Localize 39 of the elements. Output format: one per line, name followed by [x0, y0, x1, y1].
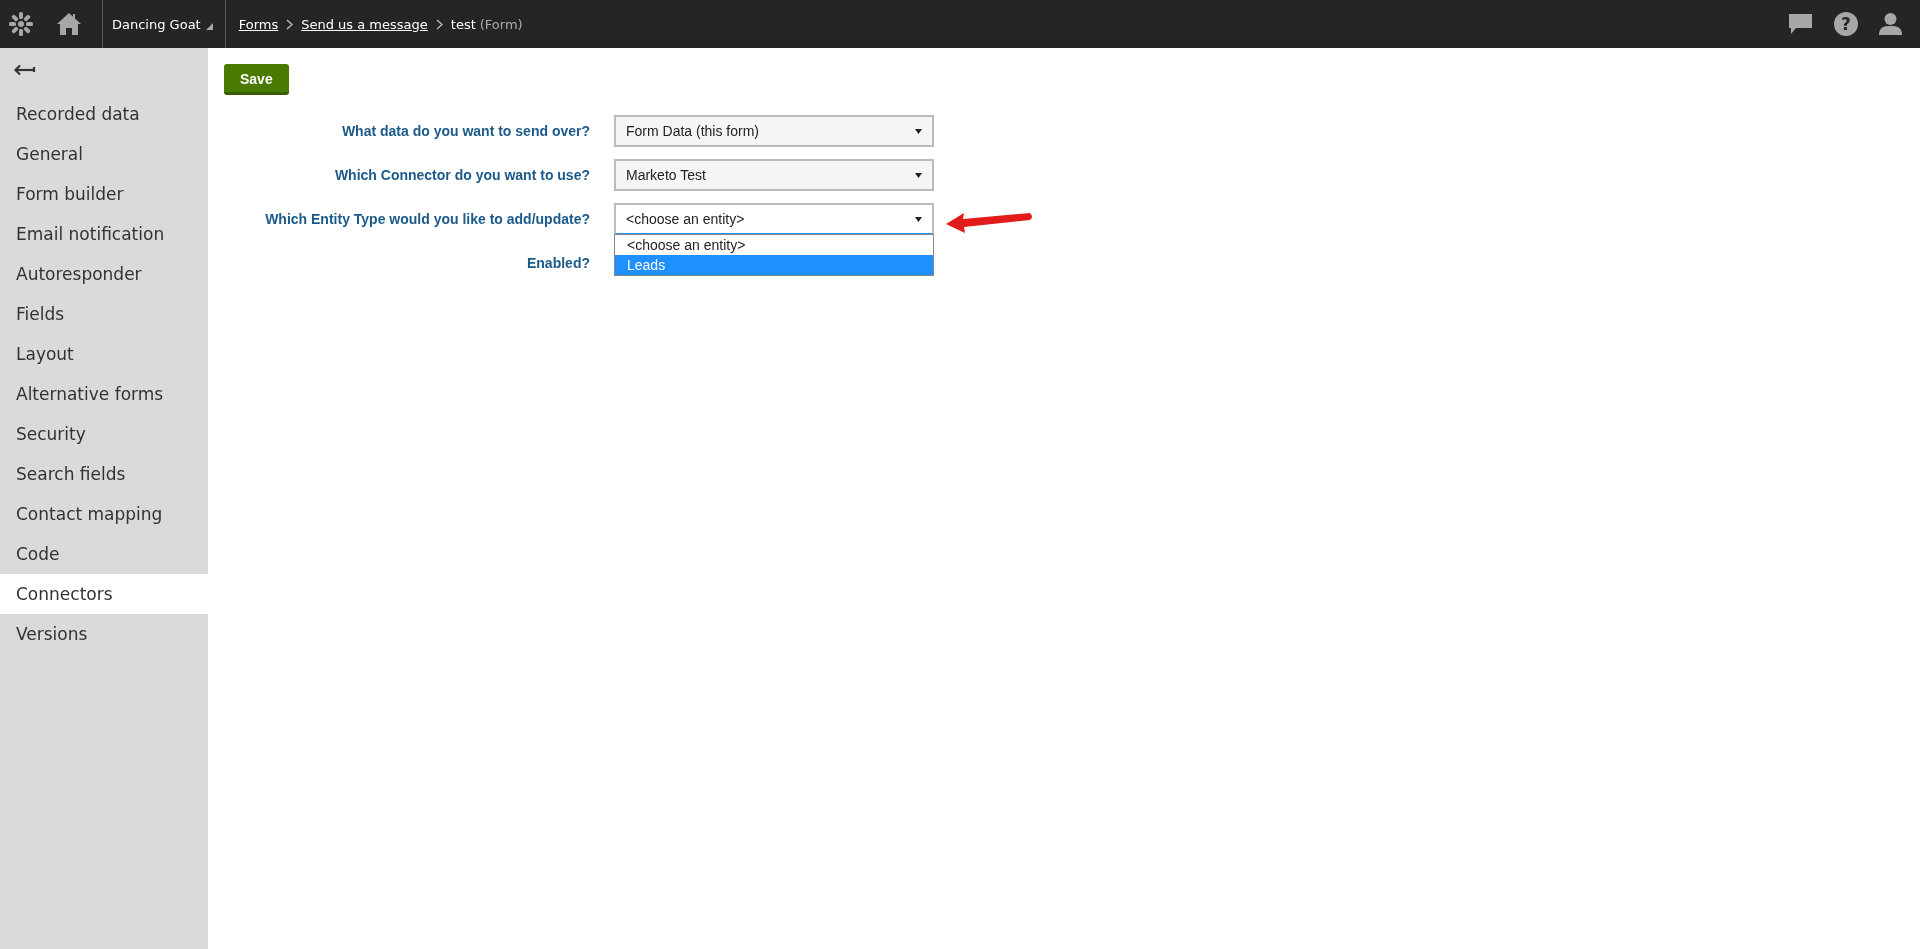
chevron-right-icon — [435, 18, 443, 30]
chat-icon[interactable] — [1788, 13, 1813, 35]
sidebar-item[interactable]: Connectors — [0, 574, 208, 614]
sidebar-item[interactable]: Search fields — [0, 454, 208, 494]
sidebar-item[interactable]: Fields — [0, 294, 208, 334]
field-label: Which Connector do you want to use? — [333, 166, 590, 185]
home-icon[interactable] — [56, 12, 82, 36]
sidebar-item[interactable]: Versions — [0, 614, 208, 654]
help-icon[interactable]: ? — [1834, 12, 1858, 36]
sidebar-item[interactable]: Contact mapping — [0, 494, 208, 534]
breadcrumb-link[interactable]: Forms — [238, 16, 279, 32]
asterisk-logo-icon[interactable] — [8, 11, 34, 37]
breadcrumb-link[interactable]: Send us a message — [301, 16, 428, 32]
sidebar-item[interactable]: General — [0, 134, 208, 174]
dropdown-select[interactable]: Marketo Test — [614, 159, 934, 191]
dropdown-select[interactable]: <choose an entity> — [614, 203, 934, 235]
caret-icon — [915, 216, 922, 222]
user-icon[interactable] — [1879, 12, 1902, 36]
breadcrumb-type: (Form) — [479, 16, 523, 32]
breadcrumb-current: test — [450, 16, 476, 32]
dropdown-select[interactable]: Form Data (this form) — [614, 115, 934, 147]
caret-icon — [915, 172, 922, 178]
dropdown-option[interactable]: <choose an entity> — [615, 235, 933, 255]
sidebar-item[interactable]: Layout — [0, 334, 208, 374]
chevron-right-icon — [286, 18, 294, 30]
sidebar-item[interactable]: Email notification — [0, 214, 208, 254]
sidebar-item[interactable]: Code — [0, 534, 208, 574]
sidebar-item[interactable]: Form builder — [0, 174, 208, 214]
back-arrow-icon[interactable] — [14, 64, 36, 76]
caret-icon — [915, 128, 922, 134]
field-label: Which Entity Type would you like to add/update? — [264, 210, 590, 229]
sidebar-item[interactable]: Autoresponder — [0, 254, 208, 294]
field-label: Enabled? — [526, 254, 590, 273]
sidebar-item[interactable]: Alternative forms — [0, 374, 208, 414]
sidebar-item[interactable]: Security — [0, 414, 208, 454]
save-button[interactable]: Save — [224, 64, 289, 95]
sidebar-item[interactable]: Recorded data — [0, 94, 208, 134]
field-label: What data do you want to send over? — [340, 122, 590, 141]
caret-icon — [205, 23, 213, 30]
